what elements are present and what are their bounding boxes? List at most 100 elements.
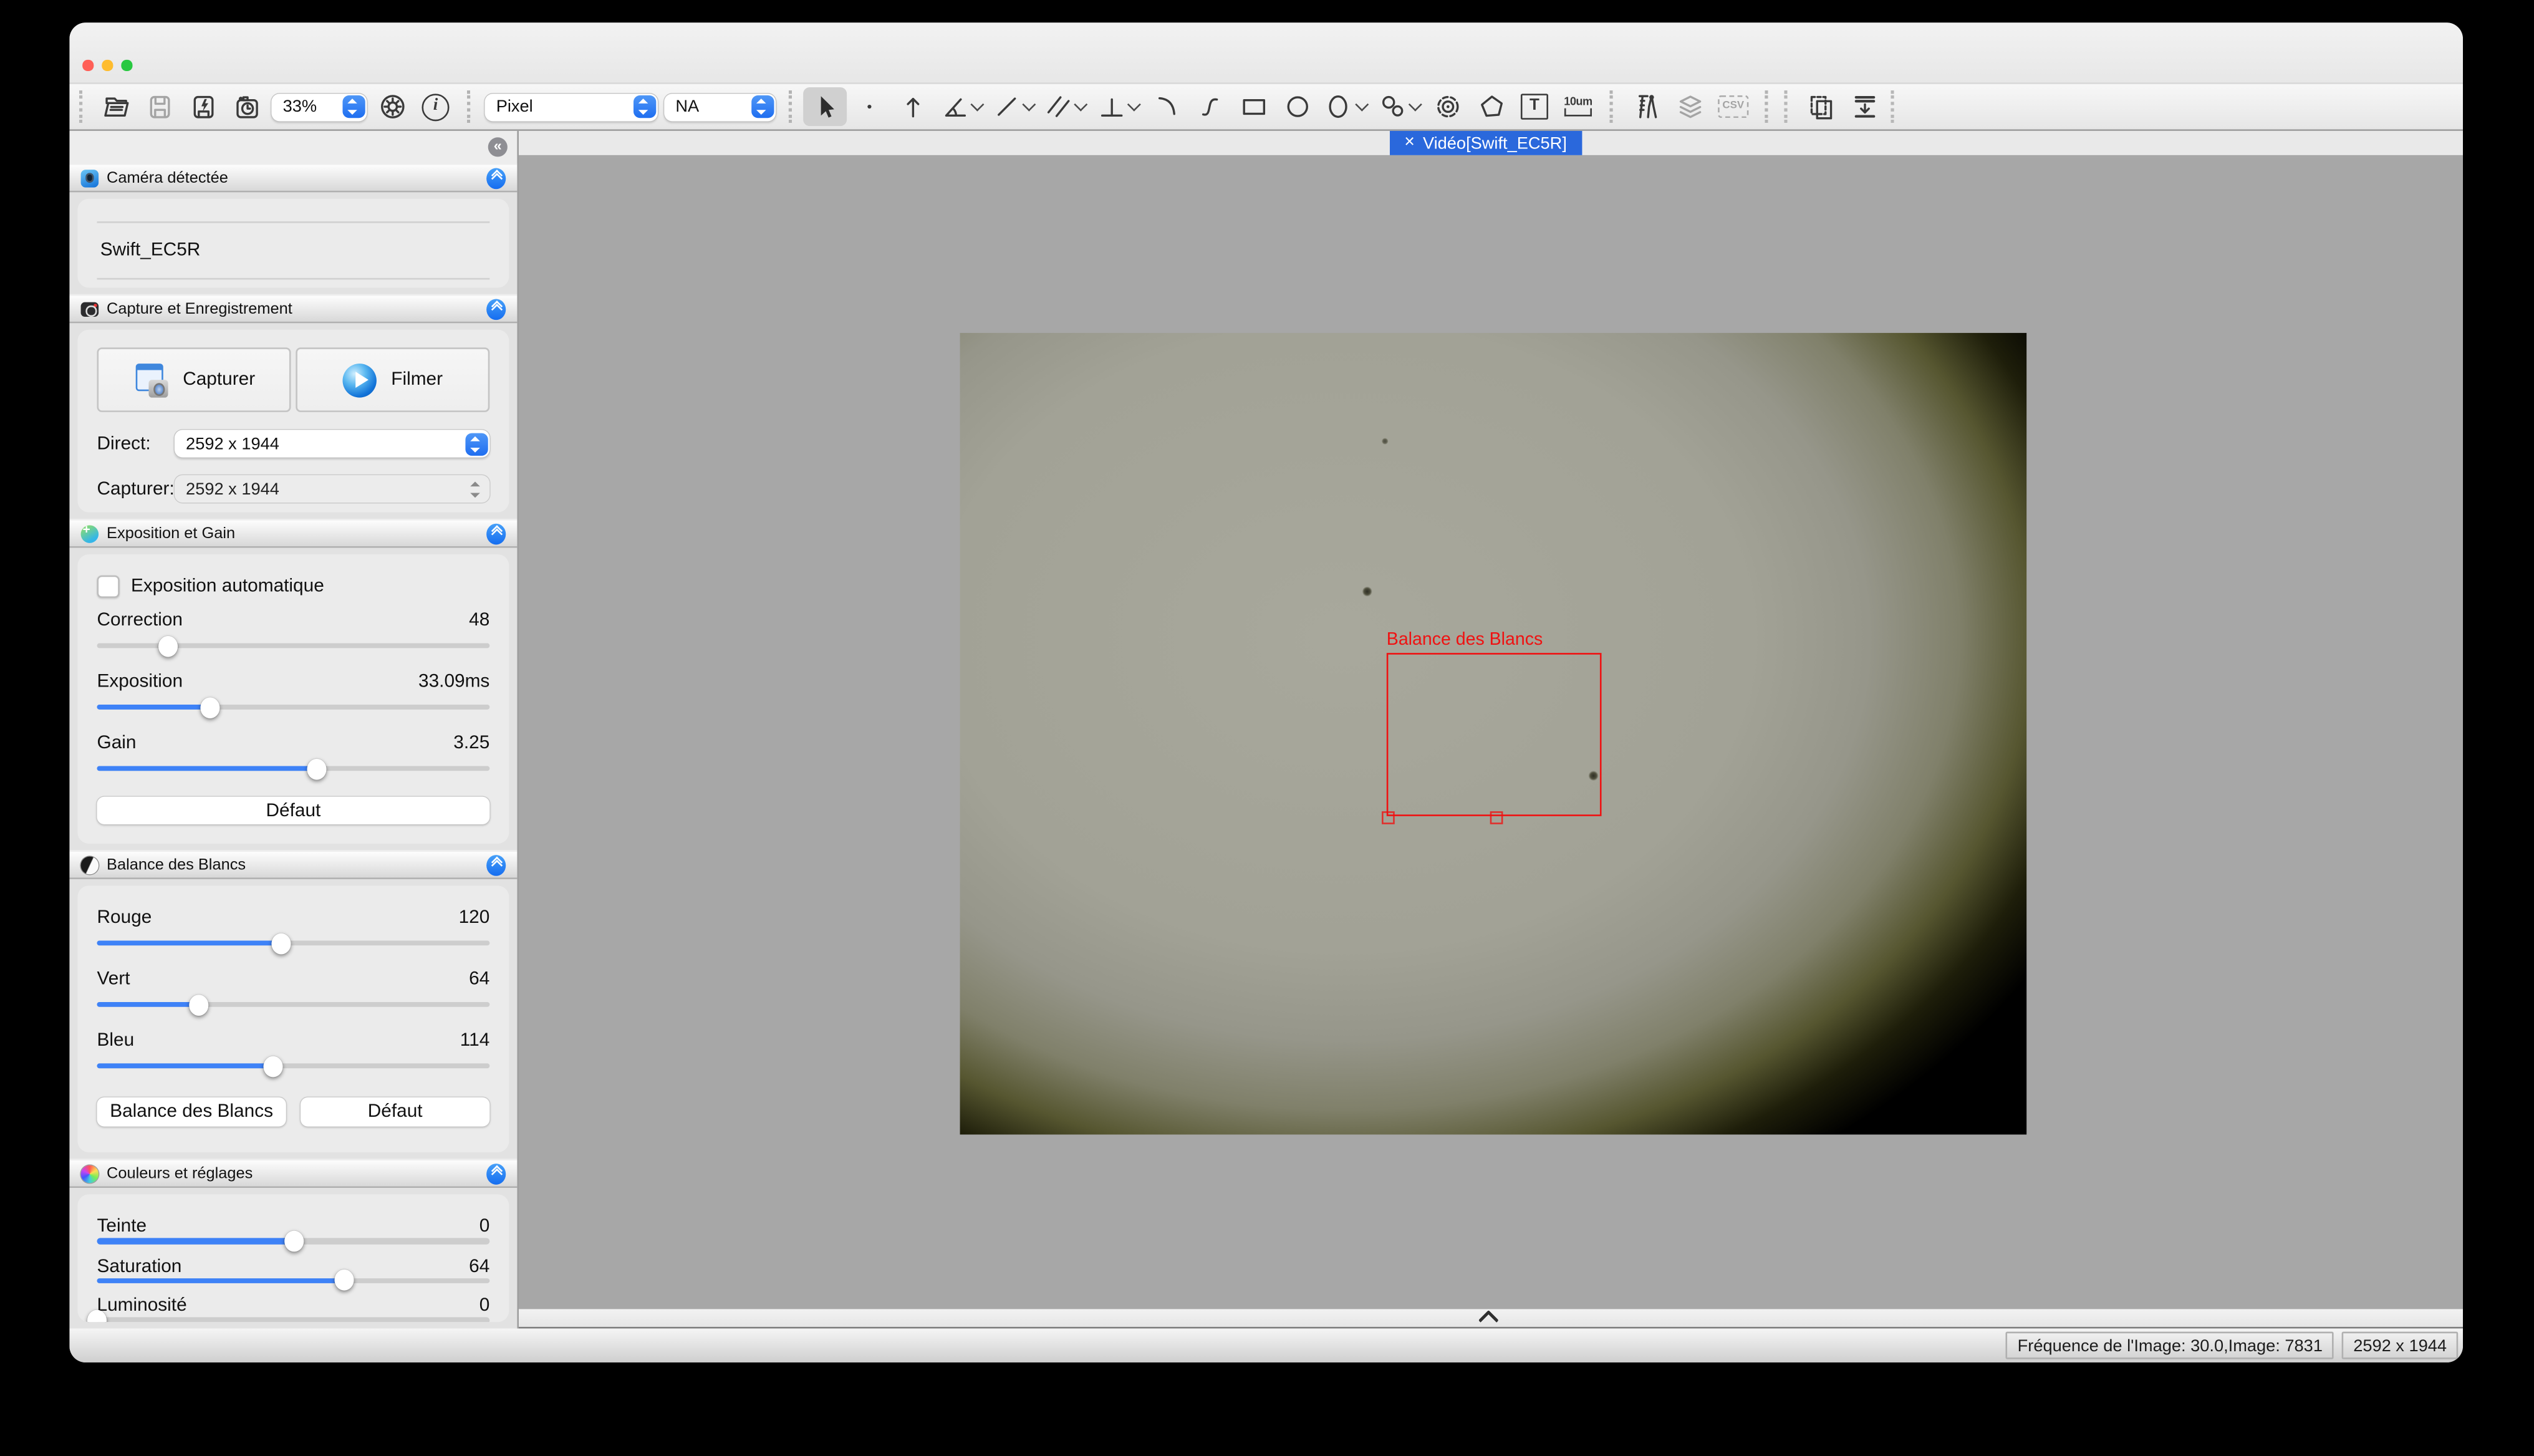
stepper-icon[interactable] <box>633 95 655 118</box>
section-header-colors[interactable]: Couleurs et réglages <box>69 1159 517 1188</box>
section-header-white-balance[interactable]: Balance des Blancs <box>69 850 517 879</box>
green-slider[interactable] <box>97 991 490 1018</box>
polygon-tool-button[interactable] <box>1469 87 1513 126</box>
saturation-slider[interactable] <box>97 1278 490 1283</box>
collapse-section-button[interactable] <box>486 523 506 544</box>
live-resolution-select[interactable]: 2592 x 1944 <box>175 430 489 457</box>
chevron-down-icon[interactable] <box>1127 98 1140 110</box>
zoom-window-button[interactable] <box>121 60 132 70</box>
two-circles-tool-button[interactable] <box>1372 87 1425 126</box>
record-button[interactable]: Filmer <box>296 347 489 412</box>
chevron-down-icon[interactable] <box>1074 98 1087 110</box>
titlebar[interactable] <box>69 22 2463 84</box>
white-balance-roi[interactable]: Balance des Blancs <box>1387 653 1602 816</box>
open-file-button[interactable] <box>94 87 137 126</box>
slider-track[interactable] <box>97 704 490 710</box>
slider-thumb[interactable] <box>272 932 291 953</box>
slider-track[interactable] <box>97 1001 490 1007</box>
section-header-camera[interactable]: Caméra détectée <box>69 163 517 193</box>
brightness-slider[interactable] <box>97 1317 490 1322</box>
video-tab[interactable]: × Vidéo[Swift_EC5R] <box>1390 131 1581 155</box>
close-tab-icon[interactable]: × <box>1404 134 1415 152</box>
collapse-section-button[interactable] <box>486 854 506 875</box>
slider-thumb[interactable] <box>190 994 209 1015</box>
exposure-slider[interactable] <box>97 693 490 721</box>
layers-button[interactable] <box>1668 87 1712 126</box>
pointer-tool-button[interactable] <box>803 87 847 126</box>
zoom-level-select[interactable]: 33% <box>271 93 367 120</box>
section-header-capture[interactable]: Capture et Enregistrement <box>69 294 517 324</box>
curve-tool-button[interactable] <box>1188 87 1231 126</box>
angle-tool-button[interactable] <box>934 87 988 126</box>
line-tool-button[interactable] <box>988 87 1038 126</box>
section-body-capture: Capturer Filmer Direct: 2592 x <box>69 323 517 519</box>
bottom-panel-expander[interactable] <box>519 1309 2463 1328</box>
slider-thumb[interactable] <box>158 635 177 657</box>
ellipse-tool-button[interactable] <box>1319 87 1372 126</box>
chevron-down-icon[interactable] <box>1409 98 1421 110</box>
slider-thumb[interactable] <box>335 1270 354 1291</box>
magnification-select[interactable]: NA <box>664 93 776 120</box>
chevron-down-icon[interactable] <box>1023 98 1035 110</box>
slider-thumb[interactable] <box>201 697 221 718</box>
slider-track[interactable] <box>97 1317 490 1322</box>
slider-track[interactable] <box>97 643 490 648</box>
stepper-icon[interactable] <box>751 95 773 118</box>
arrow-tool-button[interactable] <box>890 87 934 126</box>
csv-export-button[interactable]: CSV <box>1712 87 1755 126</box>
red-slider[interactable] <box>97 929 490 957</box>
caliper-tool-button[interactable] <box>1624 87 1668 126</box>
close-window-button[interactable] <box>82 60 93 70</box>
collapse-section-button[interactable] <box>486 298 506 319</box>
duplicate-button[interactable] <box>1799 87 1843 126</box>
chevron-down-icon[interactable] <box>1356 98 1368 110</box>
capture-button[interactable]: Capturer <box>97 347 291 412</box>
roi-handle[interactable] <box>1382 811 1395 824</box>
slider-track[interactable] <box>97 1238 490 1243</box>
correction-slider[interactable] <box>97 632 490 659</box>
collapse-section-button[interactable] <box>486 1163 506 1184</box>
slider-track[interactable] <box>97 766 490 771</box>
slider-track[interactable] <box>97 1278 490 1283</box>
slider-thumb[interactable] <box>284 1230 303 1251</box>
live-video-frame[interactable]: Balance des Blancs <box>960 333 2027 1135</box>
blue-slider[interactable] <box>97 1052 490 1079</box>
rectangle-tool-button[interactable] <box>1231 87 1275 126</box>
slider-thumb[interactable] <box>307 758 327 779</box>
section-header-exposure[interactable]: Exposition et Gain <box>69 519 517 548</box>
concentric-circles-tool-button[interactable] <box>1425 87 1469 126</box>
unit-select[interactable]: Pixel <box>485 93 658 120</box>
sidebar-collapse-button[interactable]: « <box>488 137 508 157</box>
slider-track[interactable] <box>97 940 490 946</box>
chevron-down-icon[interactable] <box>971 98 983 110</box>
point-tool-button[interactable] <box>847 87 890 126</box>
arc-tool-button[interactable] <box>1144 87 1188 126</box>
stepper-icon[interactable] <box>342 95 364 118</box>
hue-slider[interactable] <box>97 1238 490 1243</box>
white-balance-default-button[interactable]: Défaut <box>301 1097 489 1127</box>
minimize-window-button[interactable] <box>102 60 112 70</box>
export-image-button[interactable] <box>1843 87 1886 126</box>
text-tool-button[interactable]: T <box>1513 87 1556 126</box>
timed-capture-button[interactable] <box>224 87 268 126</box>
parallel-lines-tool-button[interactable] <box>1038 87 1091 126</box>
video-viewport[interactable]: Balance des Blancs <box>519 157 2463 1309</box>
scalebar-icon: 10um <box>1564 97 1592 117</box>
settings-button[interactable] <box>370 87 414 126</box>
scalebar-tool-button[interactable]: 10um <box>1556 87 1600 126</box>
white-balance-button[interactable]: Balance des Blancs <box>97 1097 286 1127</box>
collapse-section-button[interactable] <box>486 167 506 188</box>
info-button[interactable]: i <box>414 87 458 126</box>
roi-handle[interactable] <box>1490 811 1503 824</box>
auto-exposure-checkbox[interactable] <box>97 576 120 598</box>
stepper-icon[interactable] <box>465 432 487 455</box>
camera-device-item[interactable]: Swift_EC5R <box>97 221 490 279</box>
save-button[interactable] <box>137 87 181 126</box>
gain-slider[interactable] <box>97 755 490 782</box>
circle-tool-button[interactable] <box>1275 87 1319 126</box>
slider-thumb[interactable] <box>264 1055 283 1076</box>
exposure-default-button[interactable]: Défaut <box>97 797 490 824</box>
burst-save-button[interactable] <box>181 87 224 126</box>
slider-track[interactable] <box>97 1063 490 1069</box>
perpendicular-tool-button[interactable] <box>1091 87 1144 126</box>
